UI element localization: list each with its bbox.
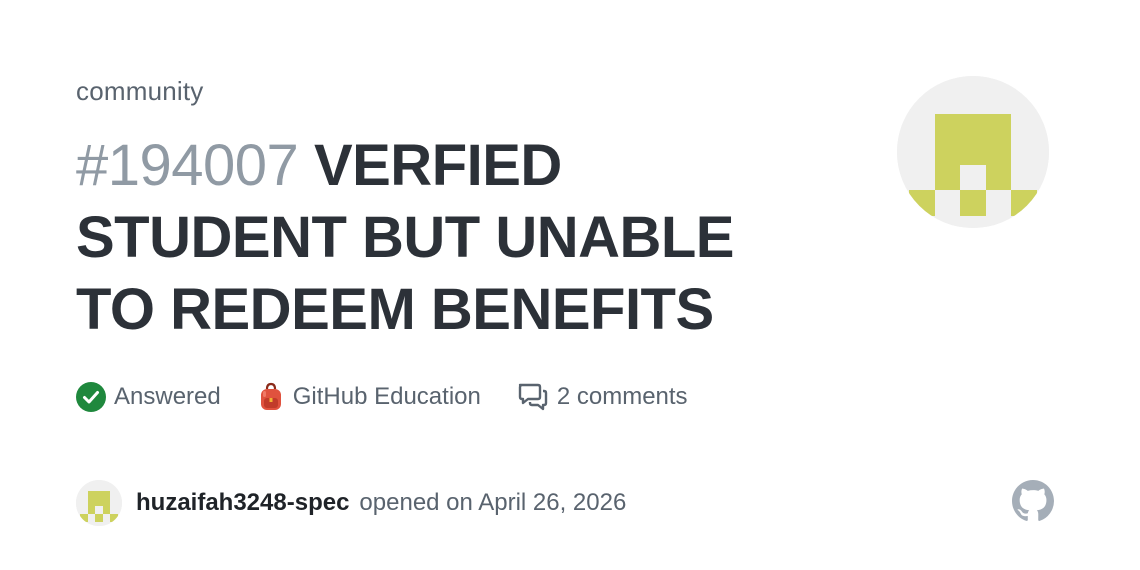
comments-count[interactable]: 2 comments (517, 382, 688, 412)
comment-discussion-icon (518, 383, 548, 411)
author-avatar-small[interactable] (76, 480, 122, 526)
author-avatar-large (897, 76, 1049, 228)
repo-name[interactable]: community (76, 76, 204, 107)
author-username[interactable]: huzaifah3248-spec (136, 489, 349, 517)
discussion-footer: huzaifah3248-spec opened on April 26, 20… (76, 480, 626, 526)
discussion-meta: Answered GitHub Education 2 comments (76, 378, 724, 416)
comments-label[interactable]: 2 comments (557, 383, 688, 411)
discussion-number: #194007 (76, 133, 299, 198)
github-logo-icon[interactable] (1012, 480, 1054, 522)
identicon-large (897, 76, 1049, 228)
answered-label: Answered (114, 383, 221, 410)
backpack-icon (260, 382, 281, 410)
answered-status: Answered (76, 382, 221, 412)
check-circle-icon (76, 382, 106, 412)
identicon-small (76, 480, 122, 526)
opened-date: opened on April 26, 2026 (359, 489, 627, 516)
category-label[interactable]: GitHub Education (293, 383, 481, 411)
category[interactable]: GitHub Education (257, 382, 481, 412)
discussion-title: #194007 VERFIED STUDENT BUT UNABLE TO RE… (76, 130, 796, 346)
